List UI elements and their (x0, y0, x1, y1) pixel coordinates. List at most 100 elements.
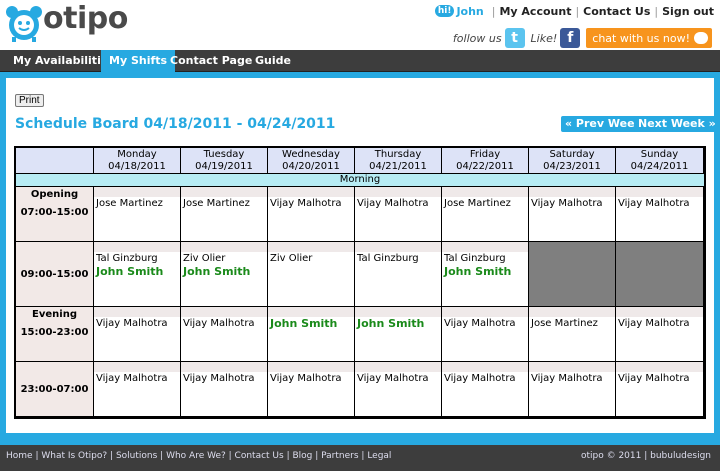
footer: Home | What Is Otipo? | Solutions | Who … (0, 445, 720, 471)
shift-cell[interactable]: John Smith (268, 307, 355, 362)
footer-link[interactable]: What Is Otipo? (41, 451, 107, 461)
cell-stripe (616, 362, 703, 372)
current-user-shift: John Smith (270, 317, 338, 330)
cell-stripe (355, 307, 441, 317)
contact-us-link[interactable]: Contact Us (583, 5, 650, 18)
chat-button-label: chat with us now! (592, 31, 690, 45)
footer-accent-bar (0, 433, 720, 445)
shift-cell[interactable]: Jose Martinez (529, 307, 616, 362)
separator: | (225, 451, 235, 461)
separator: | (107, 451, 116, 461)
account-links: hi! John | My Account | Contact Us | Sig… (434, 3, 714, 19)
assigned-employee: Vijay Malhotra (357, 198, 429, 209)
shift-cell[interactable]: Vijay Malhotra (355, 187, 442, 242)
shift-cell[interactable]: Vijay Malhotra (268, 187, 355, 242)
tab-contact-page[interactable]: Contact Page (162, 50, 260, 72)
assigned-employee: Vijay Malhotra (96, 373, 168, 384)
day-header: Tuesday 04/19/2011 (181, 148, 268, 174)
day-name: Sunday (640, 149, 679, 160)
shift-time: 15:00-23:00 (20, 327, 89, 338)
shift-cell[interactable]: Vijay Malhotra (616, 362, 703, 417)
separator: | (312, 451, 322, 461)
cell-stripe (442, 362, 528, 372)
follow-us-text: follow us (452, 31, 502, 45)
day-name: Monday (117, 149, 157, 160)
shift-cell[interactable]: Vijay Malhotra (268, 362, 355, 417)
separator: | (575, 4, 580, 18)
chat-with-us-button[interactable]: chat with us now! (586, 28, 712, 48)
cell-stripe (355, 187, 441, 197)
shift-cell[interactable]: Vijay Malhotra (442, 307, 529, 362)
user-name[interactable]: John (456, 5, 483, 18)
shift-cell[interactable]: Jose Martinez (442, 187, 529, 242)
day-date: 04/21/2011 (369, 161, 427, 172)
footer-link[interactable]: Blog (292, 451, 312, 461)
shift-cell[interactable]: John Smith (355, 307, 442, 362)
cell-stripe (616, 307, 703, 317)
footer-link[interactable]: Home (6, 451, 33, 461)
day-date: 04/23/2011 (543, 161, 601, 172)
day-date: 04/20/2011 (282, 161, 340, 172)
shift-cell[interactable]: Ziv Olier (268, 242, 355, 307)
shift-time: 09:00-15:00 (20, 269, 89, 280)
shift-cell[interactable]: Vijay Malhotra (616, 307, 703, 362)
logo-wordmark: otipo (43, 1, 128, 36)
separator: | (358, 451, 368, 461)
next-week-button[interactable]: Next Week » (634, 116, 720, 132)
alarm-clock-logo-icon (6, 6, 42, 42)
shift-cell[interactable]: Vijay Malhotra (529, 187, 616, 242)
shift-row: 23:00-07:00 Vijay Malhotra Vijay Malhotra V… (16, 362, 704, 417)
cell-stripe (181, 242, 267, 252)
assigned-employee: Jose Martinez (531, 318, 598, 329)
shift-cell[interactable]: Vijay Malhotra (616, 187, 703, 242)
footer-link[interactable]: Partners (321, 451, 358, 461)
shift-cell[interactable]: Vijay Malhotra (529, 362, 616, 417)
shift-cell[interactable]: Vijay Malhotra (94, 307, 181, 362)
shift-cell[interactable]: Ziv Olier John Smith (181, 242, 268, 307)
corner-cell (16, 148, 94, 174)
facebook-icon[interactable]: f (560, 28, 581, 48)
social-bar: follow us t Like! f chat with us now! (453, 27, 712, 49)
otipo-logo[interactable]: otipo (2, 1, 128, 47)
cell-stripe (268, 187, 354, 197)
shift-cell[interactable]: Jose Martinez (94, 187, 181, 242)
cell-stripe (94, 242, 180, 252)
shift-cell[interactable]: Vijay Malhotra (94, 362, 181, 417)
assigned-employee: Vijay Malhotra (531, 198, 603, 209)
shift-cell[interactable]: Vijay Malhotra (442, 362, 529, 417)
footer-link[interactable]: Contact Us (235, 451, 284, 461)
section-header: Morning (16, 174, 704, 187)
current-user-shift: John Smith (357, 317, 425, 330)
shift-cell[interactable]: Tal Ginzburg John Smith (442, 242, 529, 307)
cell-stripe (181, 362, 267, 372)
greeting-badge: hi! (434, 5, 455, 17)
shift-label: 23:00-07:00 (16, 362, 94, 417)
shift-cell[interactable]: Jose Martinez (181, 187, 268, 242)
day-name: Saturday (549, 149, 595, 160)
assigned-employee: Vijay Malhotra (444, 373, 516, 384)
shift-label: 09:00-15:00 (16, 242, 94, 307)
shift-cell[interactable]: Tal Ginzburg John Smith (94, 242, 181, 307)
footer-links: Home | What Is Otipo? | Solutions | Who … (6, 451, 391, 461)
footer-link[interactable]: Legal (367, 451, 391, 461)
footer-link[interactable]: Solutions (116, 451, 157, 461)
separator: | (654, 4, 659, 18)
my-account-link[interactable]: My Account (499, 5, 571, 18)
day-date: 04/24/2011 (630, 161, 689, 172)
shift-cell[interactable]: Vijay Malhotra (355, 362, 442, 417)
assigned-employee: Jose Martinez (183, 198, 250, 209)
footer-link[interactable]: Who Are We? (166, 451, 226, 461)
day-header: Thursday 04/21/2011 (355, 148, 442, 174)
unavailable-cell[interactable] (616, 242, 703, 307)
tab-guide[interactable]: Guide (247, 50, 299, 72)
cell-stripe (268, 242, 354, 252)
page-title: Schedule Board 04/18/2011 - 04/24/2011 (15, 116, 336, 132)
unavailable-cell[interactable] (529, 242, 616, 307)
shift-cell[interactable]: Tal Ginzburg (355, 242, 442, 307)
sign-out-link[interactable]: Sign out (662, 5, 714, 18)
shift-cell[interactable]: Vijay Malhotra (181, 362, 268, 417)
twitter-icon[interactable]: t (504, 28, 525, 48)
print-button[interactable]: Print (15, 94, 44, 107)
cell-stripe (529, 307, 615, 317)
shift-cell[interactable]: Vijay Malhotra (181, 307, 268, 362)
